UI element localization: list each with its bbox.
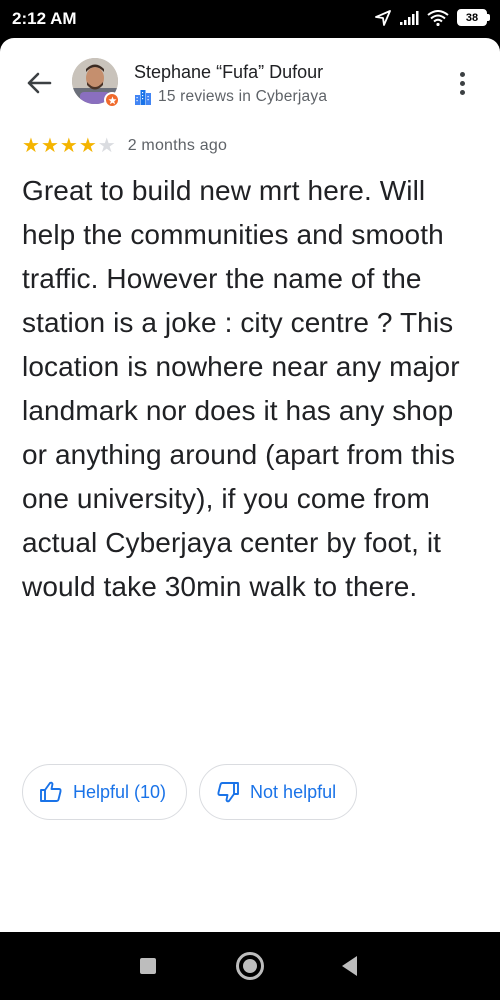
thumb-up-icon [40,781,62,802]
local-guide-icon [104,92,120,108]
review-time: 2 months ago [127,137,228,154]
back-button[interactable] [22,66,56,100]
battery-icon: 38 [457,9,490,26]
star-filled-icon: ★ [22,135,40,157]
home-circle-icon [243,959,257,973]
location-arrow-icon [375,9,391,26]
star-rating: ★ ★ ★ ★ ★ [22,136,116,156]
review-header: Stephane “Fufa” Dufour 15 reviews in Cyb… [0,38,500,133]
more-vert-icon [459,71,465,77]
arrow-back-icon [27,72,52,94]
helpful-button[interactable]: Helpful (10) [22,764,188,820]
not-helpful-label: Not helpful [250,781,337,802]
home-button[interactable] [236,952,264,980]
nav-back-button[interactable] [342,956,357,976]
wifi-icon [427,9,449,26]
helpful-label: Helpful (10) [73,781,167,802]
status-bar: 2:12 AM 38 [0,0,500,38]
city-icon [135,90,151,105]
reviewer-review-count: 15 reviews in Cyberjaya [158,88,328,105]
system-nav-bar [0,932,500,1000]
thumb-down-icon [217,782,239,803]
rating-row: ★ ★ ★ ★ ★ 2 months ago [22,136,227,156]
battery-level: 38 [457,9,487,26]
recents-button[interactable] [140,958,156,974]
star-filled-icon: ★ [78,135,97,157]
status-icons: 38 [375,9,490,26]
review-actions: Helpful (10) Not helpful [22,764,358,820]
more-options-button[interactable] [450,68,474,98]
status-time: 2:12 AM [12,9,77,28]
reviewer-name[interactable]: Stephane “Fufa” Dufour [134,62,323,83]
not-helpful-button[interactable]: Not helpful [199,764,358,820]
signal-icon [400,10,419,25]
reviewer-meta: 15 reviews in Cyberjaya [134,88,327,106]
star-filled-icon: ★ [59,135,78,157]
review-text: Great to build new mrt here. Will help t… [22,175,460,602]
star-filled-icon: ★ [40,135,59,157]
review-detail-screen: Stephane “Fufa” Dufour 15 reviews in Cyb… [0,38,500,932]
star-empty-icon: ★ [97,135,116,157]
